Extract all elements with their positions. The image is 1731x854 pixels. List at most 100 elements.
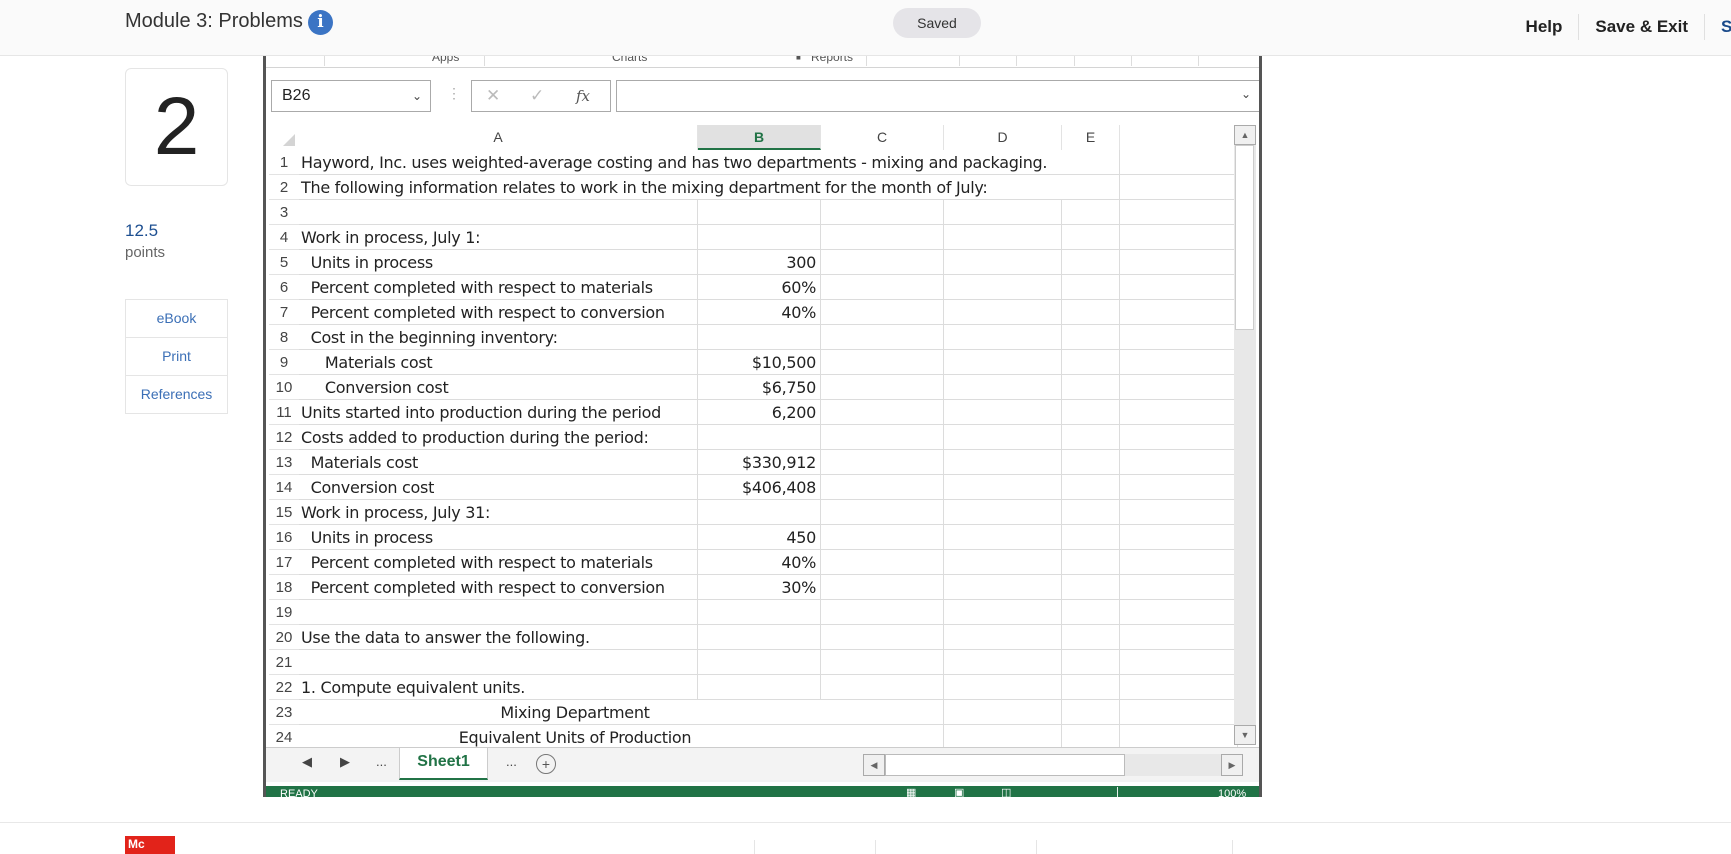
cell-A4[interactable]: Work in process, July 1:: [299, 225, 698, 250]
cell-F13[interactable]: [1120, 450, 1238, 475]
cell-A14[interactable]: Conversion cost: [299, 475, 698, 500]
select-all-corner[interactable]: [269, 125, 299, 150]
scroll-right-icon[interactable]: ▶: [1221, 754, 1243, 776]
cell-D13[interactable]: [944, 450, 1062, 475]
cell-E19[interactable]: [1062, 600, 1120, 625]
cell-B11[interactable]: 6,200: [698, 400, 821, 425]
cell-A2[interactable]: The following information relates to wor…: [299, 175, 988, 200]
cell-F21[interactable]: [1120, 650, 1238, 675]
row-number[interactable]: 18: [269, 575, 299, 600]
cell-A16[interactable]: Units in process: [299, 525, 698, 550]
cell-B8[interactable]: [698, 325, 821, 350]
cell-D11[interactable]: [944, 400, 1062, 425]
cell-A21[interactable]: [299, 650, 698, 675]
cell-D4[interactable]: [944, 225, 1062, 250]
submit-link[interactable]: S: [1705, 14, 1731, 40]
cell-B20[interactable]: [698, 625, 821, 650]
cell-F1[interactable]: [1120, 150, 1238, 175]
cell-A9[interactable]: Materials cost: [299, 350, 698, 375]
cell-F5[interactable]: [1120, 250, 1238, 275]
sheet-tab-sheet1[interactable]: Sheet1: [399, 748, 488, 780]
cell-E3[interactable]: [1062, 200, 1120, 225]
save-exit-link[interactable]: Save & Exit: [1579, 14, 1705, 40]
cell-C10[interactable]: [821, 375, 944, 400]
cell-E18[interactable]: [1062, 575, 1120, 600]
row-number[interactable]: 9: [269, 350, 299, 375]
next-sheet-icon[interactable]: ▶: [340, 754, 350, 770]
cell-D21[interactable]: [944, 650, 1062, 675]
cell-A15[interactable]: Work in process, July 31:: [299, 500, 698, 525]
cell-E13[interactable]: [1062, 450, 1120, 475]
zoom-slider[interactable]: |: [1116, 786, 1119, 797]
cell-B14[interactable]: $406,408: [698, 475, 821, 500]
zoom-level[interactable]: 100%: [1218, 788, 1246, 797]
cell-A8[interactable]: Cost in the beginning inventory:: [299, 325, 698, 350]
cell-F9[interactable]: [1120, 350, 1238, 375]
cell-F7[interactable]: [1120, 300, 1238, 325]
cell-D23[interactable]: [944, 700, 1062, 725]
row-number[interactable]: 10: [269, 375, 299, 400]
row-number[interactable]: 23: [269, 700, 299, 725]
resize-handle-icon[interactable]: ⋮: [447, 85, 461, 102]
cell-C4[interactable]: [821, 225, 944, 250]
cell-A19[interactable]: [299, 600, 698, 625]
cell-D10[interactable]: [944, 375, 1062, 400]
cell-C3[interactable]: [821, 200, 944, 225]
cell-C8[interactable]: [821, 325, 944, 350]
more-sheets-left[interactable]: ...: [376, 754, 387, 769]
cell-A3[interactable]: [299, 200, 698, 225]
row-number[interactable]: 7: [269, 300, 299, 325]
horizontal-scroll-thumb[interactable]: [885, 754, 1125, 776]
cell-C17[interactable]: [821, 550, 944, 575]
cell-B23[interactable]: [698, 700, 821, 725]
insert-function-icon[interactable]: fx: [576, 87, 590, 105]
row-number[interactable]: 20: [269, 625, 299, 650]
row-number[interactable]: 15: [269, 500, 299, 525]
cell-F4[interactable]: [1120, 225, 1238, 250]
cell-A13[interactable]: Materials cost: [299, 450, 698, 475]
cell-F23[interactable]: [1120, 700, 1238, 725]
cell-E1[interactable]: [1062, 150, 1120, 175]
cell-B2[interactable]: [698, 175, 821, 200]
cell-C20[interactable]: [821, 625, 944, 650]
row-number[interactable]: 2: [269, 175, 299, 200]
cell-D16[interactable]: [944, 525, 1062, 550]
cell-D14[interactable]: [944, 475, 1062, 500]
cell-E2[interactable]: [1062, 175, 1120, 200]
cell-B7[interactable]: 40%: [698, 300, 821, 325]
cell-C7[interactable]: [821, 300, 944, 325]
row-number[interactable]: 4: [269, 225, 299, 250]
cell-A7[interactable]: Percent completed with respect to conver…: [299, 300, 698, 325]
cell-B21[interactable]: [698, 650, 821, 675]
cell-A20[interactable]: Use the data to answer the following.: [299, 625, 698, 650]
cell-F22[interactable]: [1120, 675, 1238, 700]
column-header-a[interactable]: A: [299, 125, 698, 150]
column-header-e[interactable]: E: [1062, 125, 1120, 150]
cell-D20[interactable]: [944, 625, 1062, 650]
scroll-left-icon[interactable]: ◀: [863, 754, 885, 776]
cell-B13[interactable]: $330,912: [698, 450, 821, 475]
row-number[interactable]: 13: [269, 450, 299, 475]
cell-D8[interactable]: [944, 325, 1062, 350]
cell-B12[interactable]: [698, 425, 821, 450]
vertical-scrollbar[interactable]: ▲ ▼: [1234, 125, 1256, 745]
cell-E15[interactable]: [1062, 500, 1120, 525]
row-number[interactable]: 5: [269, 250, 299, 275]
footer-prev-nav[interactable]: [754, 840, 875, 854]
cell-E9[interactable]: [1062, 350, 1120, 375]
add-sheet-icon[interactable]: +: [536, 754, 556, 774]
cell-E6[interactable]: [1062, 275, 1120, 300]
cell-A5[interactable]: Units in process: [299, 250, 698, 275]
cell-E5[interactable]: [1062, 250, 1120, 275]
cell-E7[interactable]: [1062, 300, 1120, 325]
cell-A11[interactable]: Units started into production during the…: [299, 400, 698, 425]
cell-E14[interactable]: [1062, 475, 1120, 500]
cell-A18[interactable]: Percent completed with respect to conver…: [299, 575, 698, 600]
cell-E22[interactable]: [1062, 675, 1120, 700]
cell-D3[interactable]: [944, 200, 1062, 225]
cell-D9[interactable]: [944, 350, 1062, 375]
page-layout-icon[interactable]: ▣: [954, 786, 964, 797]
cell-A17[interactable]: Percent completed with respect to materi…: [299, 550, 698, 575]
cell-F17[interactable]: [1120, 550, 1238, 575]
cell-F18[interactable]: [1120, 575, 1238, 600]
